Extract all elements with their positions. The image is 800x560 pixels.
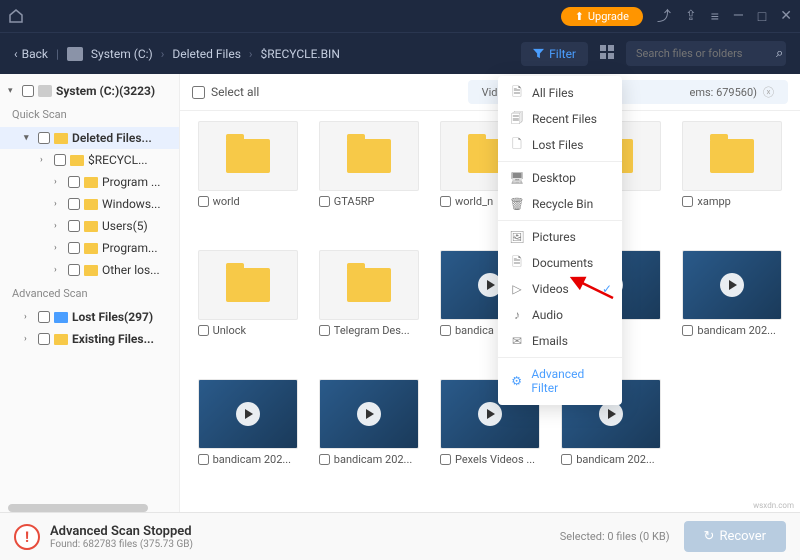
drive-icon <box>67 47 83 61</box>
sidebar-scrollbar[interactable] <box>8 504 148 512</box>
status-title: Advanced Scan Stopped <box>50 524 193 539</box>
filter-pictures[interactable]: 🖼Pictures <box>498 224 622 250</box>
tree-existing[interactable]: ›Existing Files... <box>0 328 179 350</box>
file-grid: world GTA5RP world_n e_end xampp Unlock … <box>180 111 800 512</box>
tree-root[interactable]: ▾System (C:)(3223) <box>0 80 179 102</box>
selected-info: Selected: 0 files (0 KB) <box>560 530 670 543</box>
documents-icon: 🗎 <box>510 256 524 270</box>
tree-deleted-files[interactable]: ▾Deleted Files... <box>0 127 179 149</box>
filter-documents[interactable]: 🗎Documents <box>498 250 622 276</box>
crumb-system[interactable]: System (C:) <box>91 47 153 61</box>
tree-users[interactable]: ›Users(5) <box>0 215 179 237</box>
filter-audio[interactable]: ♪Audio <box>498 302 622 328</box>
videos-icon: ▷ <box>510 282 524 296</box>
filter-advanced[interactable]: ⚙Advanced Filter <box>498 361 622 401</box>
sidebar: ▾System (C:)(3223) Quick Scan ▾Deleted F… <box>0 74 180 512</box>
tree-program1[interactable]: ›Program ... <box>0 171 179 193</box>
file-item[interactable]: xampp <box>675 121 790 244</box>
file-item[interactable]: Unlock <box>190 250 305 373</box>
filter-dropdown: 🗎All Files 🗐Recent Files 🗋Lost Files 🖥De… <box>498 76 622 405</box>
filter-lost[interactable]: 🗋Lost Files <box>498 132 622 158</box>
check-icon: ✓ <box>602 282 612 296</box>
share-icon[interactable]: ⤴ <box>657 6 671 26</box>
search-icon[interactable]: ⌕ <box>776 46 783 61</box>
recent-icon: 🗐 <box>510 112 524 126</box>
file-icon: 🗎 <box>510 86 524 100</box>
file-item[interactable]: GTA5RP <box>311 121 426 244</box>
tree-recycle[interactable]: ›$RECYCL... <box>0 149 179 171</box>
search-input[interactable] <box>636 47 776 60</box>
tree-lost-files[interactable]: ›Lost Files(297) <box>0 306 179 328</box>
crumb-deleted[interactable]: Deleted Files <box>172 47 241 61</box>
tree-section-advanced: Advanced Scan <box>0 281 179 306</box>
menu-icon[interactable]: ≡ <box>711 8 719 25</box>
export-icon[interactable]: ⇪ <box>685 8 697 24</box>
recover-button[interactable]: ↻ Recover <box>684 521 786 552</box>
file-item[interactable]: Telegram Des... <box>311 250 426 373</box>
back-button[interactable]: ‹ Back <box>14 47 48 61</box>
tree-other[interactable]: ›Other los... <box>0 259 179 281</box>
tree-program2[interactable]: ›Program... <box>0 237 179 259</box>
upgrade-button[interactable]: ⬆ Upgrade <box>561 7 643 26</box>
filter-recycle[interactable]: 🗑Recycle Bin <box>498 191 622 217</box>
filter-button[interactable]: Filter <box>521 42 588 66</box>
status-sub: Found: 682783 files (375.73 GB) <box>50 539 193 550</box>
minimize-icon[interactable]: — <box>733 8 744 24</box>
filter-videos[interactable]: ▷Videos✓ <box>498 276 622 302</box>
audio-icon: ♪ <box>510 308 524 322</box>
breadcrumb: ‹ Back | System (C:) › Deleted Files › $… <box>14 47 340 61</box>
tree-windows[interactable]: ›Windows... <box>0 193 179 215</box>
select-all[interactable]: Select all <box>192 85 259 99</box>
filter-recent[interactable]: 🗐Recent Files <box>498 106 622 132</box>
file-item[interactable]: bandicam 202... <box>675 250 790 373</box>
emails-icon: ✉ <box>510 334 524 348</box>
close-icon[interactable]: ✕ <box>780 8 792 24</box>
file-item[interactable]: bandicam 202... <box>311 379 426 502</box>
home-icon[interactable] <box>8 8 24 24</box>
view-grid-icon[interactable] <box>596 40 618 67</box>
status-warning-icon: ! <box>14 524 40 550</box>
clear-filter-icon[interactable]: ⓧ <box>763 84 774 100</box>
filter-emails[interactable]: ✉Emails <box>498 328 622 354</box>
recycle-icon: 🗑 <box>510 197 524 211</box>
desktop-icon: 🖥 <box>510 171 524 185</box>
sliders-icon: ⚙ <box>510 374 523 388</box>
file-item[interactable]: world <box>190 121 305 244</box>
lost-icon: 🗋 <box>510 138 524 152</box>
crumb-recycle[interactable]: $RECYCLE.BIN <box>261 47 340 61</box>
filter-all-files[interactable]: 🗎All Files <box>498 80 622 106</box>
pictures-icon: 🖼 <box>510 230 524 244</box>
tree-section-quick: Quick Scan <box>0 102 179 127</box>
search-box[interactable]: ⌕ <box>626 41 786 66</box>
filter-desktop[interactable]: 🖥Desktop <box>498 165 622 191</box>
watermark: wsxdn.com <box>753 501 794 510</box>
file-item[interactable]: bandicam 202... <box>190 379 305 502</box>
maximize-icon[interactable]: □ <box>758 8 766 25</box>
